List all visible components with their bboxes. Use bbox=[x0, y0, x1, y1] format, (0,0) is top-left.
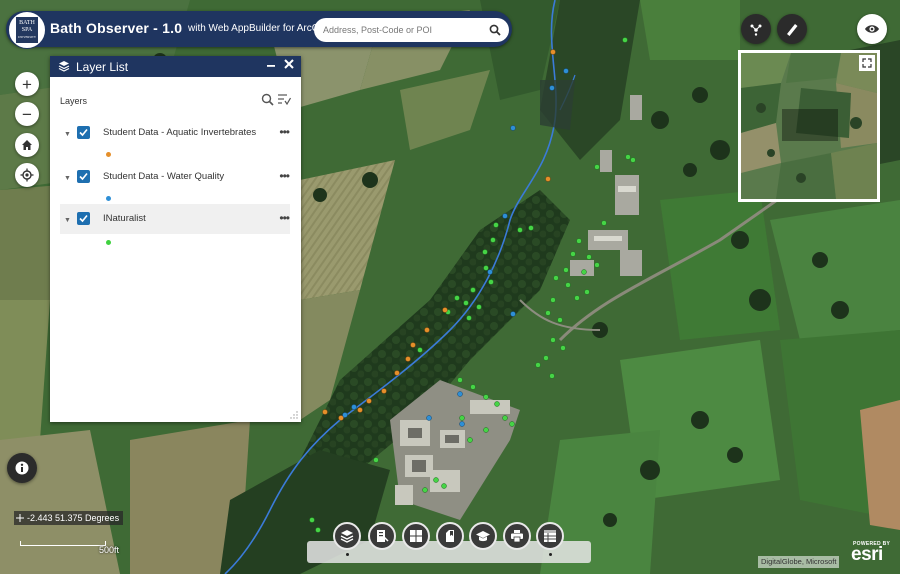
toolbar-legend-button[interactable] bbox=[368, 522, 396, 550]
zoom-out-button[interactable]: − bbox=[15, 102, 39, 126]
coordinate-readout[interactable]: -2.443 51.375 Degrees bbox=[14, 511, 124, 525]
search-box bbox=[314, 18, 509, 42]
measure-button[interactable] bbox=[777, 14, 807, 44]
app-title: Bath Observer - 1.0 bbox=[50, 20, 183, 36]
layer-visibility-checkbox[interactable] bbox=[77, 170, 90, 183]
layers-section-label: Layers bbox=[60, 96, 88, 106]
print-icon bbox=[511, 530, 523, 543]
nearby-icon bbox=[750, 24, 762, 36]
visibility-button[interactable] bbox=[857, 14, 887, 44]
overview-map[interactable] bbox=[738, 50, 880, 202]
attribute-table-icon bbox=[544, 530, 556, 542]
university-logo: BATH SPA UNIVERSITY bbox=[8, 11, 46, 49]
zoom-out-label: − bbox=[22, 104, 32, 124]
overview-imagery bbox=[741, 53, 877, 199]
locate-icon bbox=[20, 168, 34, 182]
home-button[interactable] bbox=[15, 133, 39, 157]
layer-visibility-checkbox[interactable] bbox=[77, 212, 90, 225]
search-input[interactable] bbox=[323, 21, 478, 39]
close-button[interactable] bbox=[283, 58, 295, 73]
toolbar-layers-button[interactable] bbox=[333, 522, 361, 550]
expand-icon bbox=[862, 58, 872, 68]
scale-label: 500ft bbox=[99, 545, 120, 555]
zoom-in-button[interactable]: + bbox=[15, 72, 39, 96]
search-icon bbox=[261, 93, 274, 106]
legend-icon bbox=[377, 530, 389, 542]
checkmark-icon bbox=[79, 172, 88, 181]
layer-visibility-checkbox[interactable] bbox=[77, 126, 90, 139]
water-quality-symbol-icon bbox=[106, 196, 111, 201]
active-indicator bbox=[346, 553, 349, 556]
crosshair-icon bbox=[16, 514, 24, 522]
toolbar-bookmark-button[interactable] bbox=[436, 522, 464, 550]
esri-logo[interactable]: esri bbox=[851, 545, 883, 565]
layers-icon bbox=[58, 61, 70, 72]
layer-name: Student Data - Aquatic Invertebrates bbox=[103, 127, 257, 138]
home-icon bbox=[22, 140, 32, 150]
logo-text-line-1: BATH bbox=[19, 19, 35, 26]
toolbar-print-button[interactable] bbox=[503, 522, 531, 550]
education-icon bbox=[476, 531, 490, 542]
bookmark-icon bbox=[446, 530, 454, 542]
expand-caret-icon[interactable]: ▼ bbox=[64, 175, 71, 182]
minimize-icon bbox=[267, 65, 275, 67]
resize-handle-icon[interactable] bbox=[290, 411, 298, 419]
panel-title: Layer List bbox=[76, 60, 129, 74]
app-header: BATH SPA UNIVERSITY Bath Observer - 1.0 … bbox=[6, 11, 512, 49]
measure-icon bbox=[787, 24, 798, 36]
coordinate-text: -2.443 51.375 Degrees bbox=[27, 513, 120, 523]
close-icon bbox=[284, 59, 294, 69]
zoom-in-label: + bbox=[22, 74, 32, 94]
app-subtitle: with Web AppBuilder for ArcGIS bbox=[188, 23, 329, 34]
layer-list-header: Layer List bbox=[50, 56, 301, 77]
search-button[interactable] bbox=[485, 20, 505, 40]
locate-button[interactable] bbox=[15, 163, 39, 187]
expand-caret-icon[interactable]: ▼ bbox=[64, 131, 71, 138]
visibility-icon bbox=[865, 25, 879, 33]
layer-item[interactable]: ▼ Student Data - Water Quality ••• bbox=[60, 166, 290, 196]
layer-item[interactable]: ▼ INaturalist ••• bbox=[60, 204, 290, 234]
list-options-icon bbox=[278, 94, 292, 106]
overview-expand-button[interactable] bbox=[859, 55, 875, 71]
logo-text-line-3: UNIVERSITY bbox=[18, 34, 36, 39]
checkmark-icon bbox=[79, 128, 88, 137]
nearby-button[interactable] bbox=[741, 14, 771, 44]
expand-caret-icon[interactable]: ▼ bbox=[64, 217, 71, 224]
layer-menu-button[interactable]: ••• bbox=[279, 125, 290, 139]
scale-bar bbox=[20, 541, 106, 546]
layer-list-panel: Layer List Layers ▼ Student Data - Aquat… bbox=[50, 56, 301, 422]
inaturalist-symbol-icon bbox=[106, 240, 111, 245]
map-attribution: DigitalGlobe, Microsoft bbox=[758, 556, 840, 568]
toolbar-attribute-table-button[interactable] bbox=[536, 522, 564, 550]
toolbar-basemap-button[interactable] bbox=[402, 522, 430, 550]
basemap-gallery-icon bbox=[410, 530, 422, 542]
aquatic-symbol-icon bbox=[106, 152, 111, 157]
layer-search-button[interactable] bbox=[261, 93, 274, 109]
info-icon bbox=[15, 461, 29, 475]
search-icon bbox=[489, 24, 501, 36]
layer-name: INaturalist bbox=[103, 213, 146, 224]
active-indicator bbox=[549, 553, 552, 556]
checkmark-icon bbox=[79, 214, 88, 223]
minimize-button[interactable] bbox=[267, 57, 275, 73]
layers-icon bbox=[340, 530, 354, 543]
layer-item[interactable]: ▼ Student Data - Aquatic Invertebrates •… bbox=[60, 122, 290, 152]
logo-text-line-2: SPA bbox=[21, 26, 33, 33]
layer-options-button[interactable] bbox=[277, 92, 292, 109]
overview-extent[interactable] bbox=[782, 109, 838, 141]
toolbar-education-button[interactable] bbox=[469, 522, 497, 550]
layer-menu-button[interactable]: ••• bbox=[279, 169, 290, 183]
layer-menu-button[interactable]: ••• bbox=[279, 211, 290, 225]
about-button[interactable] bbox=[7, 453, 37, 483]
layer-name: Student Data - Water Quality bbox=[103, 171, 225, 182]
